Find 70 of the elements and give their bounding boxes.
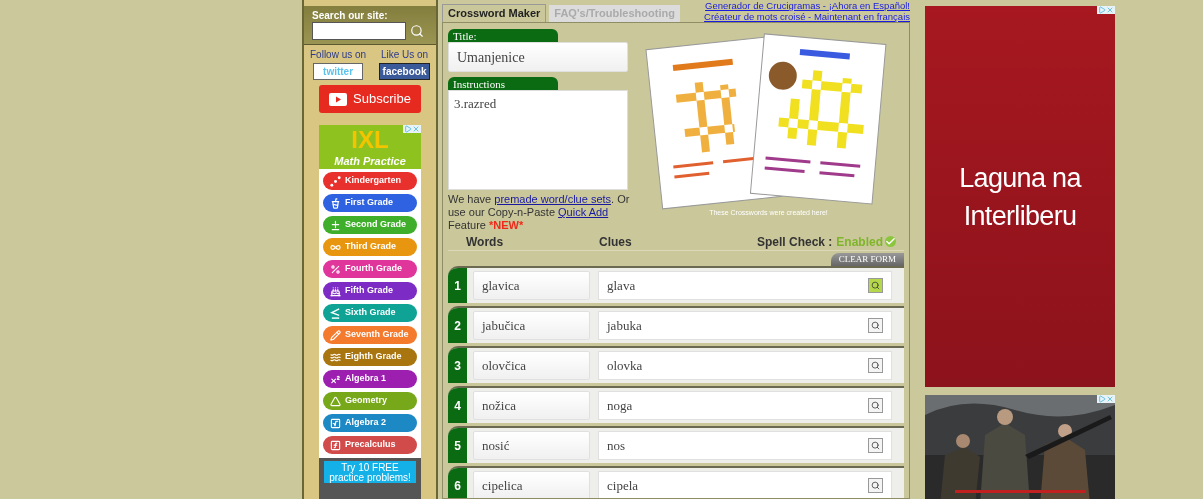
subscribe-button[interactable]: Subscribe (319, 85, 421, 113)
grade-button[interactable]: First Grade (323, 194, 417, 212)
ad-subtitle: Math Practice (334, 154, 406, 169)
language-link[interactable]: Generador de Crucigramas - ¡Ahora en Español! (705, 0, 910, 11)
tab[interactable]: Crossword Maker (442, 4, 547, 22)
ixl-logo: IXL (351, 127, 389, 153)
dots-icon (330, 175, 341, 187)
info-text: We have premade word/clue sets. Or use our Copy-n-Paste Quick Add Feature *NEW* (448, 193, 631, 232)
clues-header: Clues (599, 233, 633, 251)
search-icon[interactable] (868, 398, 883, 413)
search-field[interactable] (312, 22, 406, 40)
grade-button[interactable]: Eighth Grade (323, 348, 417, 366)
row-number: 5 (448, 428, 467, 463)
grade-button[interactable]: Fourth Grade (323, 260, 417, 278)
row-number: 3 (448, 348, 467, 383)
clue-field[interactable]: olovka (607, 355, 643, 376)
facebook-button[interactable]: facebook (379, 63, 430, 80)
search-icon[interactable] (868, 358, 883, 373)
words-header: Words (466, 233, 505, 251)
check-icon (885, 236, 896, 247)
radical-icon (330, 417, 341, 429)
search-icon[interactable] (410, 24, 424, 38)
clue-field[interactable]: jabuka (607, 315, 642, 336)
cake-icon (330, 285, 341, 297)
triangle-icon (330, 395, 341, 407)
search-icon[interactable] (868, 318, 883, 333)
word-field[interactable]: cipelica (473, 471, 590, 498)
row-number: 1 (448, 268, 467, 303)
title-field[interactable]: Umanjenice (448, 42, 628, 72)
search-icon[interactable] (868, 278, 883, 293)
word-field[interactable]: nožica (473, 391, 590, 420)
follow-label: Follow us on (310, 48, 367, 61)
grade-button[interactable]: Precalculus (323, 436, 417, 454)
row-number: 4 (448, 388, 467, 423)
search-label: Search our site: (312, 10, 389, 22)
video-play-icon (329, 92, 348, 106)
instructions-label: Instructions (448, 77, 558, 90)
search-icon[interactable] (868, 478, 883, 493)
wave-lines-icon (330, 351, 341, 363)
grade-button[interactable]: Kindergarten (323, 172, 417, 190)
clue-field[interactable]: cipela (607, 475, 639, 496)
grade-button[interactable]: Algebra 1 (323, 370, 417, 388)
clue-field[interactable]: noga (607, 395, 633, 416)
less-equal-icon (330, 307, 341, 319)
grade-button[interactable]: Algebra 2 (323, 414, 417, 432)
superscript-icon (330, 373, 341, 385)
clear-form-button[interactable]: CLEAR FORM (830, 253, 904, 266)
ad-headline: Laguna na Interliberu (958, 161, 1083, 233)
row-number: 6 (448, 468, 467, 498)
ad-banner[interactable]: Laguna na Interliberu (925, 6, 1115, 387)
pencil-icon (330, 329, 341, 341)
title-label: Title: (448, 29, 558, 42)
grade-button[interactable]: Fifth Grade (323, 282, 417, 300)
clue-field[interactable]: nos (607, 435, 626, 456)
percent-icon (330, 263, 341, 275)
cup-icon (330, 197, 341, 209)
quick-add-link[interactable]: Quick Add (558, 206, 609, 218)
word-field[interactable]: glavica (473, 271, 590, 300)
word-field[interactable]: nosić (473, 431, 590, 460)
plus-minus-icon (330, 219, 341, 231)
instructions-field[interactable]: 3.razred (448, 90, 628, 190)
like-label: Like Us on (380, 48, 429, 61)
clue-field[interactable]: glava (607, 275, 636, 296)
function-icon (330, 439, 341, 451)
spell-check-label: Spell Check : (756, 233, 833, 251)
language-link[interactable]: Créateur de mots croisé - Maintenant en français (704, 11, 910, 22)
row-number: 2 (448, 308, 467, 343)
search-icon[interactable] (868, 438, 883, 453)
word-field[interactable]: olovčica (473, 351, 590, 380)
word-field[interactable]: jabučica (473, 311, 590, 340)
